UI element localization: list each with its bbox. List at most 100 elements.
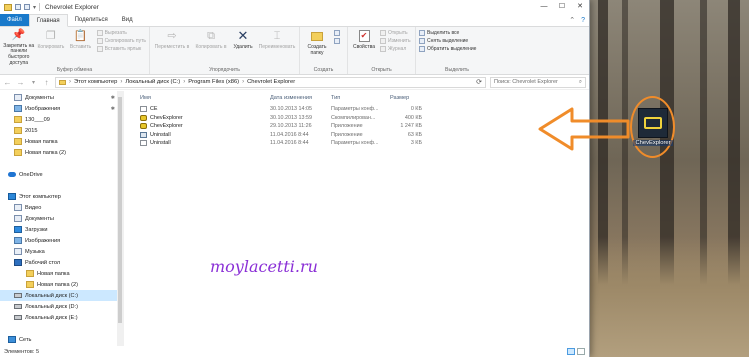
nav-scrollbar[interactable]: [117, 91, 123, 346]
cut-button[interactable]: Вырезать: [96, 30, 146, 36]
organize-group-label: Упорядочить: [209, 67, 240, 73]
nav-item[interactable]: Музыка: [0, 246, 123, 257]
nav-item-label: Новая папка: [37, 270, 70, 277]
refresh-icon[interactable]: ⟳: [476, 78, 482, 86]
file-name-label: ChevExplorer: [150, 123, 183, 130]
select-none-button[interactable]: Снять выделение: [419, 38, 476, 44]
file-row[interactable]: Uninstall 11.04.2016 8:44 Приложение 63 КБ: [124, 131, 589, 140]
tab-view[interactable]: Вид: [115, 14, 140, 26]
nav-scrollbar-thumb[interactable]: [118, 97, 122, 323]
history-button[interactable]: Журнал: [380, 46, 411, 52]
new-folder-qat-icon[interactable]: [24, 4, 30, 10]
close-button[interactable]: ✕: [571, 0, 589, 14]
file-name-label: CE: [150, 106, 158, 113]
file-row[interactable]: CE 30.10.2013 14:05 Параметры конф... 0 КБ: [124, 105, 589, 114]
edit-button[interactable]: Изменить: [380, 38, 411, 44]
nav-item[interactable]: Новая папка: [0, 268, 123, 279]
net-icon: [8, 336, 16, 343]
breadcrumb-separator-icon: ›: [69, 79, 71, 85]
engine-outline-icon: [644, 117, 662, 129]
collapse-ribbon-icon[interactable]: ⌃: [569, 16, 575, 24]
new-folder-label: Создать папку: [307, 44, 327, 56]
new-folder-button[interactable]: Создать папку: [303, 29, 331, 65]
rename-button[interactable]: ⌶ Переименовать: [258, 29, 296, 65]
file-type: Скомпилирован...: [331, 114, 376, 121]
nav-item[interactable]: Рабочий стол: [0, 257, 123, 268]
recent-locations-icon[interactable]: ▾: [29, 79, 38, 86]
edit-label: Изменить: [388, 38, 411, 44]
up-arrow-icon[interactable]: ↑: [42, 78, 51, 87]
nav-item[interactable]: 130___09: [0, 114, 123, 125]
desk-icon: [14, 259, 22, 266]
copy-to-icon: ⧉: [207, 29, 215, 42]
select-all-button[interactable]: Выделить все: [419, 30, 476, 36]
column-header-type[interactable]: Тип: [331, 95, 390, 101]
breadcrumb-this-pc[interactable]: Этот компьютер: [74, 79, 117, 85]
column-header-size[interactable]: Размер: [390, 95, 422, 101]
file-type: Параметры конф...: [331, 140, 379, 147]
move-to-button[interactable]: ⇨ Переместить в: [153, 29, 191, 65]
easy-access-button[interactable]: [334, 38, 340, 44]
file-row[interactable]: ChevExplorer 29.10.2013 11:26 Приложение 1 …: [124, 122, 589, 131]
nav-item[interactable]: Локальный диск (E:): [0, 312, 123, 323]
large-icons-view-icon[interactable]: [577, 348, 585, 355]
breadcrumb-current-folder[interactable]: Chevrolet Explorer: [247, 79, 295, 85]
nav-item[interactable]: 2015: [0, 125, 123, 136]
breadcrumb-program-files[interactable]: Program Files (x86): [188, 79, 239, 85]
invert-selection-button[interactable]: Обратить выделение: [419, 46, 476, 52]
details-view-icon[interactable]: [567, 348, 575, 355]
file-row[interactable]: Uninstall 11.04.2016 8:44 Параметры конф..…: [124, 139, 589, 148]
delete-button[interactable]: ✕ Удалить: [231, 28, 255, 65]
back-arrow-icon[interactable]: ←: [3, 78, 12, 87]
nav-item[interactable]: Этот компьютер: [0, 191, 123, 202]
forward-arrow-icon[interactable]: →: [16, 78, 25, 87]
nav-item[interactable]: Видео: [0, 202, 123, 213]
help-icon[interactable]: ?: [581, 17, 585, 24]
nav-item[interactable]: Загрузки: [0, 224, 123, 235]
properties-qat-icon[interactable]: [15, 4, 21, 10]
nav-item[interactable]: Локальный диск (D:): [0, 301, 123, 312]
file-name: CE: [140, 106, 270, 113]
paste-shortcut-button[interactable]: Вставить ярлык: [96, 46, 146, 52]
nav-item[interactable]: Новая папка (2): [0, 279, 123, 290]
nav-item[interactable]: Новая папка: [0, 136, 123, 147]
copy-path-button[interactable]: Скопировать путь: [96, 38, 146, 44]
nav-item-label: Видео: [25, 204, 42, 211]
nav-item[interactable]: OneDrive: [0, 169, 123, 180]
column-headers: Имя Дата изменения Тип Размер: [124, 91, 589, 105]
column-header-date[interactable]: Дата изменения: [270, 95, 331, 101]
copy-button[interactable]: ❐ Копировать: [37, 29, 64, 65]
paste-button[interactable]: 📋 Вставить: [67, 29, 93, 65]
tab-share[interactable]: Поделиться: [68, 14, 115, 26]
nav-item[interactable]: Локальный диск (C:): [0, 290, 123, 301]
clipboard-group: 📌 Закрепить на панели быстрого доступа ❐…: [0, 27, 150, 74]
tab-file[interactable]: Файл: [0, 14, 29, 26]
nav-item[interactable]: Сеть: [0, 334, 123, 345]
nav-item-label: Рабочий стол: [25, 259, 61, 266]
minimize-button[interactable]: —: [535, 0, 553, 14]
tab-home[interactable]: Главная: [28, 14, 68, 27]
nav-item[interactable]: Изображения ✱: [0, 103, 123, 114]
open-button[interactable]: Открыть: [380, 30, 411, 36]
breadcrumb[interactable]: › Этот компьютер › Локальный диск (C:) ›…: [55, 76, 486, 88]
properties-button[interactable]: ✔ Свойства: [351, 29, 377, 65]
search-input[interactable]: Поиск: Chevrolet Explorer ⌕: [490, 76, 586, 88]
pin-quick-access-button[interactable]: 📌 Закрепить на панели быстрого доступа: [3, 29, 34, 66]
history-label: Журнал: [388, 46, 407, 52]
nav-item[interactable]: Изображения: [0, 235, 123, 246]
navigation-pane: Документы ✱ Изображения ✱ 130___09 2015 Новая …: [0, 91, 124, 346]
folder-icon: [14, 127, 22, 134]
desktop-shortcut[interactable]: ChevExplorer: [631, 108, 675, 146]
qat-dropdown-icon[interactable]: ▾: [33, 4, 36, 11]
nav-item[interactable]: Новая папка (2): [0, 147, 123, 158]
file-row[interactable]: ChevExplorer 30.10.2013 13:59 Скомпилирова…: [124, 114, 589, 123]
copy-to-label: Копировать в: [195, 44, 227, 50]
copy-to-button[interactable]: ⧉ Копировать в: [194, 29, 228, 65]
nav-item[interactable]: Документы: [0, 213, 123, 224]
new-item-icon: [334, 30, 340, 36]
column-header-name[interactable]: Имя: [140, 95, 270, 101]
breadcrumb-drive-c[interactable]: Локальный диск (C:): [125, 79, 180, 85]
maximize-button[interactable]: ☐: [553, 0, 571, 14]
nav-item[interactable]: Документы ✱: [0, 92, 123, 103]
new-item-button[interactable]: [334, 30, 340, 36]
